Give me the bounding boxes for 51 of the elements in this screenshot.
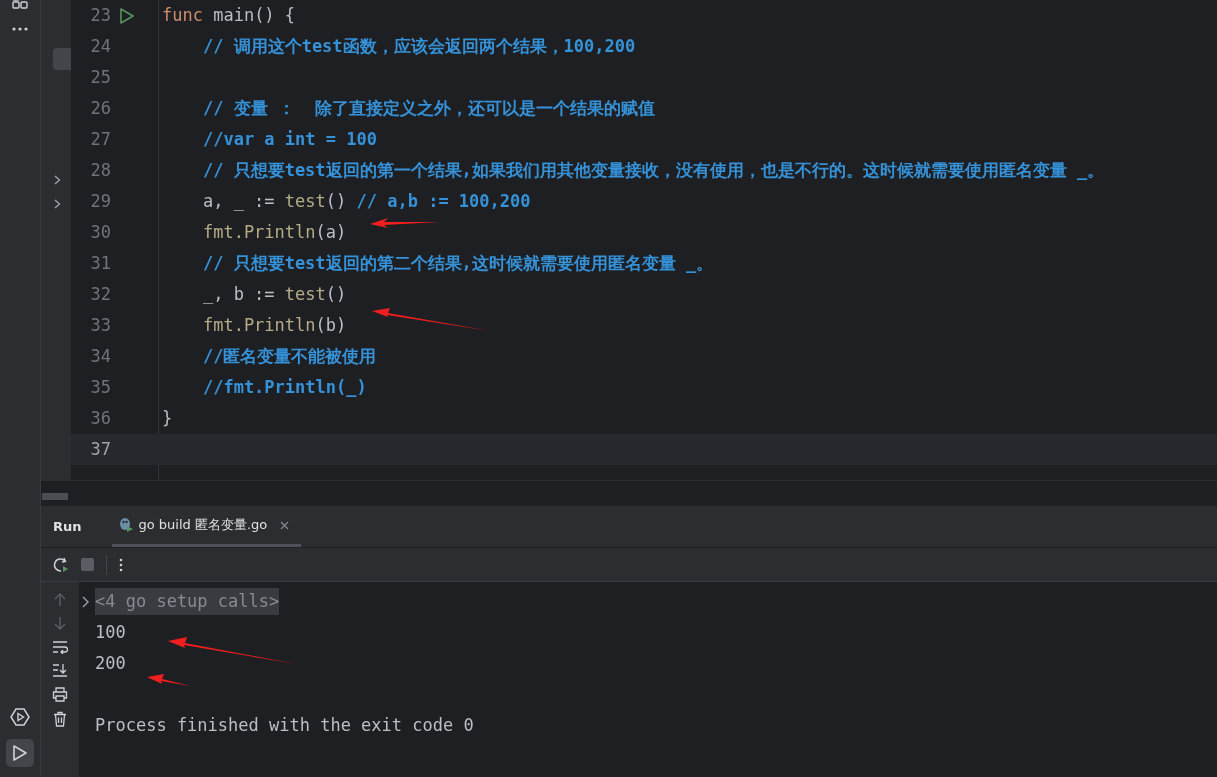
code-line: fmt.Println(a) [201, 222, 347, 242]
services-icon[interactable] [10, 707, 30, 727]
code-line: //var a int = 100 [201, 129, 377, 149]
line-number: 33 [90, 315, 111, 335]
code-line: //fmt.Println(_) [201, 377, 367, 397]
panel-title: Run [53, 519, 82, 534]
annotation-arrow [147, 674, 191, 686]
code-line: _, b := test() [201, 284, 347, 304]
close-icon[interactable] [280, 520, 290, 530]
code-line: } [162, 408, 173, 428]
line-number: 32 [90, 284, 111, 304]
console-output: 200 [95, 652, 126, 675]
gutter-marker [53, 48, 71, 70]
line-number: 30 [90, 222, 111, 242]
line-number: 24 [90, 36, 111, 56]
line-number: 37 [90, 439, 111, 459]
code-line: // 变量 ： 除了直接定义之外，还可以是一个结果的赋值 [201, 98, 656, 118]
code-line: // 调用这个test函数，应该会返回两个结果，100,200 [201, 36, 636, 56]
trash-icon[interactable] [53, 711, 67, 727]
run-icon[interactable] [119, 8, 135, 24]
line-number: 31 [90, 253, 111, 273]
code-line: //匿名变量不能被使用 [201, 346, 377, 366]
code-line: a, _ := test() // a,b := 100,200 [201, 191, 531, 211]
line-number: 27 [90, 129, 111, 149]
run-tool-button[interactable] [6, 739, 34, 767]
code-line: // 只想要test返回的第一个结果,如果我们用其他变量接收，没有使用，也是不行的。这时候就需要使用匿名变量 _。 [201, 160, 1105, 180]
line-number: 35 [90, 377, 111, 397]
more-icon[interactable] [11, 26, 29, 32]
scroll-to-end-icon[interactable] [52, 663, 68, 678]
line-number: 36 [90, 408, 111, 428]
rerun-icon[interactable] [53, 556, 69, 573]
line-number: 26 [90, 98, 111, 118]
line-number: 29 [90, 191, 111, 211]
gopher-run-icon [117, 517, 134, 533]
print-icon[interactable] [52, 687, 68, 702]
chevron-right-icon[interactable] [54, 199, 61, 209]
line-number: 23 [90, 5, 111, 25]
line-number: 34 [90, 346, 111, 366]
code-line: // 只想要test返回的第二个结果,这时候就需要使用匿名变量 _。 [201, 253, 714, 273]
console-output: 100 [95, 621, 126, 644]
play-icon [12, 744, 28, 762]
soft-wrap-icon[interactable] [52, 640, 68, 654]
code-line: fmt.Println(b) [201, 315, 347, 335]
console-output: Process finished with the exit code 0 [95, 714, 474, 737]
more-icon[interactable] [119, 557, 123, 572]
chevron-right-icon[interactable] [82, 595, 90, 608]
scrollbar-thumb[interactable] [42, 493, 68, 500]
chevron-right-icon[interactable] [54, 175, 61, 185]
line-number: 25 [90, 67, 111, 87]
code-line: func main() { [162, 5, 296, 25]
line-number: 28 [90, 160, 111, 180]
